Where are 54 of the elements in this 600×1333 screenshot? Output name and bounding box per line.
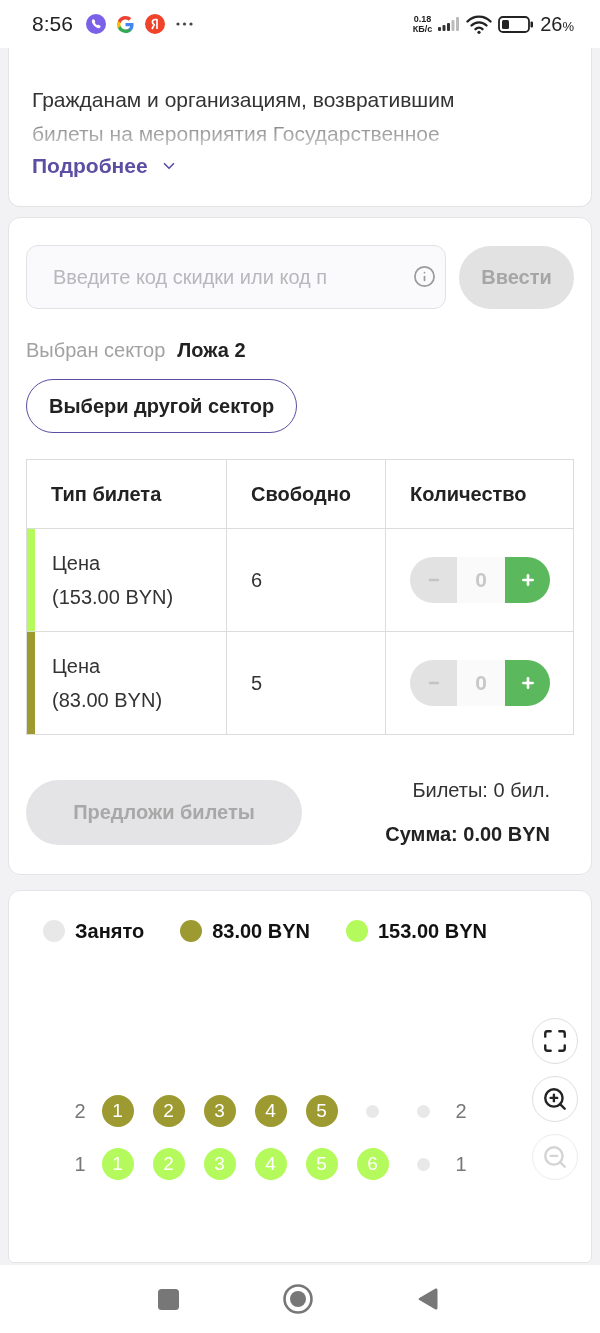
available-count-cell-text: 5 [251, 671, 263, 696]
more-link[interactable]: Подробнее [32, 151, 178, 180]
seat[interactable]: 2 [152, 1095, 185, 1127]
seat[interactable]: 5 [305, 1148, 338, 1180]
column-header: Количество [410, 482, 527, 507]
legend-label: 153.00 BYN [378, 919, 487, 943]
total-sum: Сумма: 0.00 BYN [385, 822, 550, 846]
fullscreen-icon [542, 1028, 568, 1054]
zoom-in-icon [542, 1086, 568, 1112]
seat[interactable]: 4 [254, 1148, 287, 1180]
sector-name: Ложа 2 [177, 338, 246, 363]
zoom-in-button[interactable] [532, 1076, 578, 1122]
legend-label: Занято [75, 919, 145, 943]
seat[interactable]: 3 [203, 1095, 236, 1127]
chat-app-icon [85, 14, 106, 34]
clock-time: 8:56 [32, 11, 73, 38]
row-number: 1 [454, 1152, 468, 1177]
plus-icon [519, 675, 536, 691]
seat[interactable]: 3 [203, 1148, 236, 1180]
row-number: 2 [73, 1099, 87, 1124]
plus-icon [519, 572, 536, 588]
column-header: Тип билета [51, 482, 162, 507]
network-speed: 0.18 КБ/с [412, 14, 433, 34]
browser-app-icon [144, 14, 165, 34]
seat[interactable]: 5 [305, 1095, 338, 1127]
seat[interactable]: 2 [152, 1148, 185, 1180]
zoom-out-icon [542, 1144, 568, 1170]
increase-button[interactable] [505, 660, 550, 706]
promo-code-field[interactable]: Введите код скидки или код п [26, 245, 446, 309]
fullscreen-button[interactable] [532, 1018, 578, 1064]
battery-icon [498, 15, 535, 33]
seat[interactable]: 1 [101, 1095, 134, 1127]
recent-apps-icon[interactable] [157, 1288, 179, 1310]
more-dots-icon [175, 22, 193, 26]
seat[interactable]: 1 [101, 1148, 134, 1180]
signal-icon [438, 17, 461, 31]
google-app-icon [116, 15, 134, 33]
seat[interactable]: 4 [254, 1095, 287, 1127]
sector-label: Выбран сектор [26, 338, 166, 363]
battery-percent: 26% [540, 12, 574, 37]
back-icon[interactable] [418, 1287, 438, 1311]
available-count-cell-text: 6 [251, 568, 263, 593]
legend-label: 83.00 BYN [212, 919, 310, 943]
ticket-type-cell-text: Цена (153.00 BYN) [52, 551, 174, 610]
row-number: 2 [454, 1099, 468, 1124]
column-header: Свободно [251, 482, 351, 507]
wifi-icon [466, 14, 493, 34]
ticket-type-cell-text: Цена (83.00 BYN) [52, 654, 163, 713]
row-number: 1 [73, 1152, 87, 1177]
info-icon[interactable] [413, 265, 436, 288]
tickets-count: Билеты: 0 бил. [412, 778, 550, 802]
increase-button[interactable] [505, 557, 550, 603]
seat[interactable]: 6 [356, 1148, 389, 1180]
home-icon[interactable] [283, 1284, 313, 1314]
